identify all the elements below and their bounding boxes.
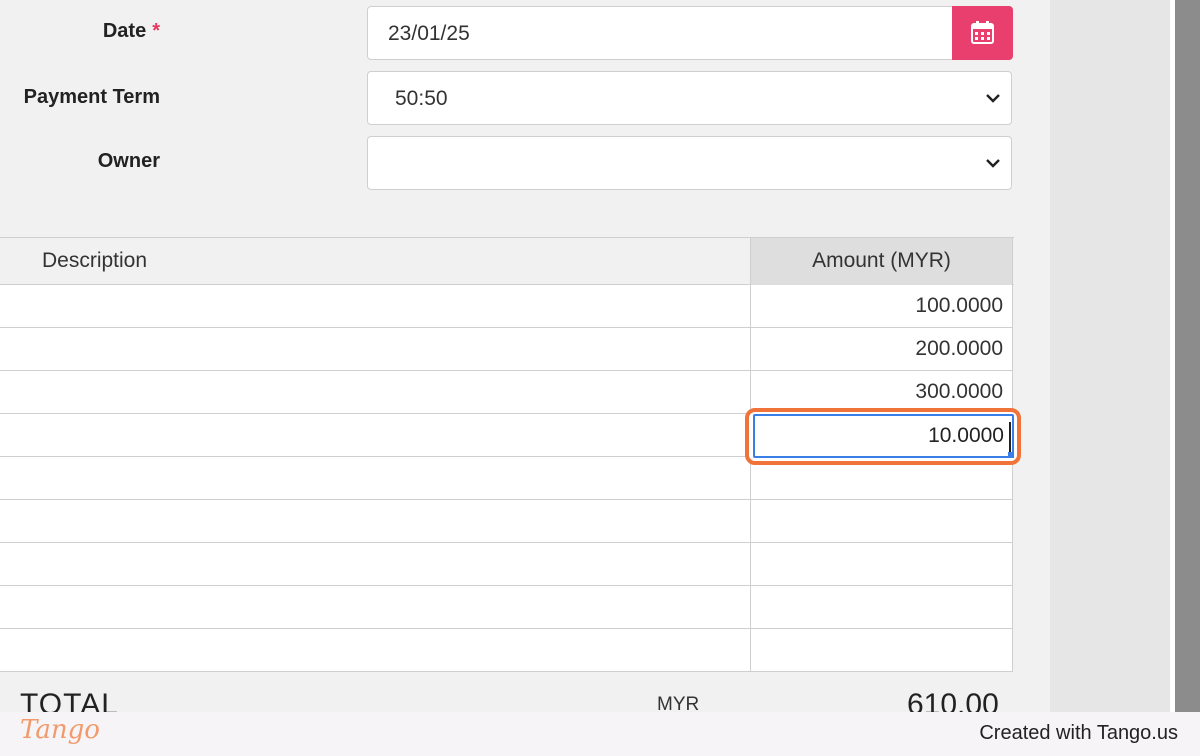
owner-label: Owner xyxy=(97,150,160,172)
description-cell[interactable] xyxy=(0,285,750,327)
date-value: 23/01/25 xyxy=(388,22,470,45)
date-field[interactable]: 23/01/25 xyxy=(367,6,953,60)
table-row: 100.0000 xyxy=(0,285,1013,328)
table-row xyxy=(0,543,1013,586)
table-row xyxy=(0,629,1013,672)
amount-cell[interactable]: 200.0000 xyxy=(750,328,1013,370)
calendar-button[interactable] xyxy=(952,6,1013,60)
description-cell[interactable] xyxy=(0,500,750,542)
calendar-icon xyxy=(971,21,994,44)
amount-cell[interactable]: 100.0000 xyxy=(750,285,1013,327)
description-cell[interactable] xyxy=(0,586,750,628)
amount-input-value: 10.0000 xyxy=(928,424,1004,447)
payment-term-select[interactable]: 50:50 xyxy=(367,71,1012,125)
payment-term-label: Payment Term xyxy=(23,86,160,108)
amount-header: Amount (MYR) xyxy=(750,238,1013,285)
description-cell[interactable] xyxy=(0,457,750,499)
description-cell[interactable] xyxy=(0,629,750,671)
form-area: Date* 23/01/25 Payment Term 50:50 Owner xyxy=(0,0,1050,756)
text-cursor xyxy=(1009,422,1011,452)
owner-select[interactable] xyxy=(367,136,1012,190)
chevron-down-icon xyxy=(986,159,1000,168)
table-row xyxy=(0,586,1013,629)
description-cell[interactable] xyxy=(0,414,750,456)
amount-cell[interactable]: 300.0000 xyxy=(750,371,1013,413)
amount-cell[interactable] xyxy=(750,500,1013,542)
chevron-down-icon xyxy=(986,94,1000,103)
description-header: Description xyxy=(42,249,148,272)
scrollbar[interactable] xyxy=(1175,0,1200,712)
description-cell[interactable] xyxy=(0,543,750,585)
side-panel xyxy=(1050,0,1170,712)
table-row xyxy=(0,500,1013,543)
description-cell[interactable] xyxy=(0,371,750,413)
tango-logo: Tango xyxy=(20,715,100,745)
amount-cell[interactable] xyxy=(750,586,1013,628)
tango-credit: Created with Tango.us xyxy=(979,722,1178,744)
amount-input-active[interactable]: 10.0000 xyxy=(753,414,1014,458)
amount-cell[interactable] xyxy=(750,543,1013,585)
resize-handle[interactable] xyxy=(1008,452,1014,458)
tango-footer: Tango Created with Tango.us xyxy=(0,712,1200,756)
required-mark: * xyxy=(152,20,160,42)
table-row: 200.0000 xyxy=(0,328,1013,371)
description-cell[interactable] xyxy=(0,328,750,370)
amount-cell[interactable] xyxy=(750,629,1013,671)
table-header: Description Amount (MYR) xyxy=(0,237,1014,285)
payment-term-value: 50:50 xyxy=(395,87,448,110)
date-label: Date * xyxy=(102,20,160,42)
